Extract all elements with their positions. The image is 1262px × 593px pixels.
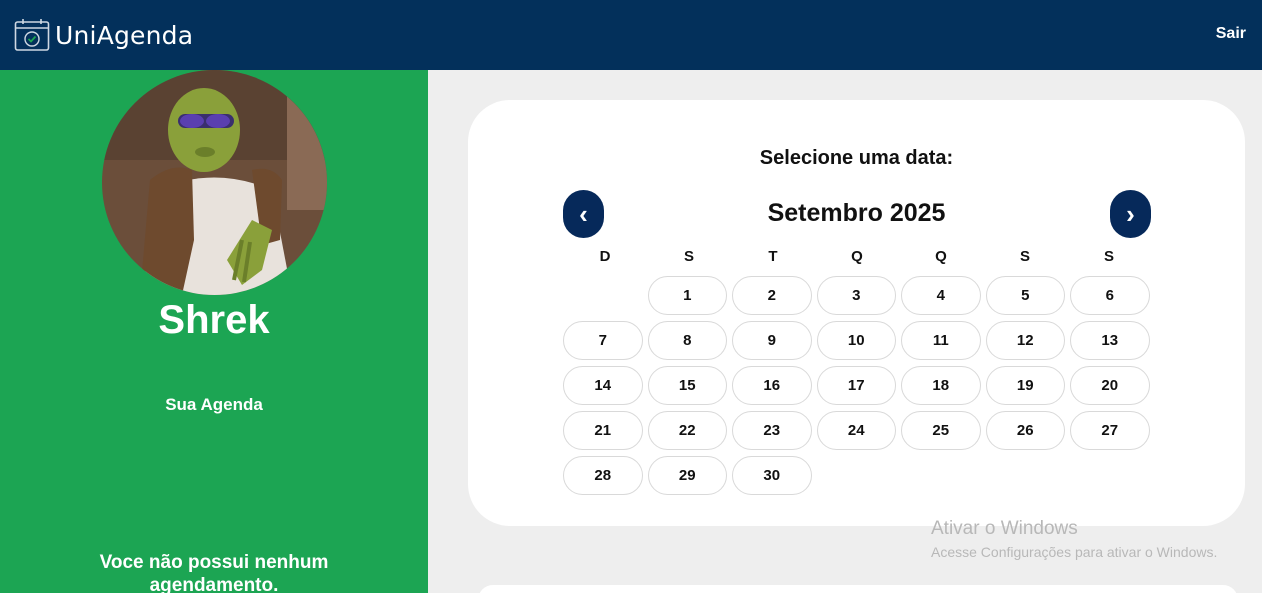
calendar-days-grid: 1 2 3 4 5 6 7 8 9 10 11 12 13 14 15 16 17 18 19 20 21 22 23 24 2… xyxy=(563,276,1153,495)
avatar xyxy=(102,70,327,295)
calendar-day-11[interactable]: 11 xyxy=(901,321,981,360)
calendar-day-23[interactable]: 23 xyxy=(732,411,812,450)
calendar-day-empty xyxy=(563,276,643,315)
weekday-label: S xyxy=(683,248,694,265)
watermark-title: Ativar o Windows xyxy=(931,518,1078,539)
weekday-label: Q xyxy=(935,248,947,265)
calendar-day-7[interactable]: 7 xyxy=(563,321,643,360)
windows-activation-watermark: Ativar o Windows Acesse Configurações pa… xyxy=(931,518,1217,560)
brand-name: UniAgenda xyxy=(55,20,194,50)
calendar-day-1[interactable]: 1 xyxy=(647,276,727,315)
calendar-day-21[interactable]: 21 xyxy=(563,411,643,450)
calendar-day-3[interactable]: 3 xyxy=(816,276,896,315)
calendar-day-5[interactable]: 5 xyxy=(985,276,1065,315)
appointments-card xyxy=(478,585,1238,593)
chevron-right-icon: › xyxy=(1126,198,1135,229)
calendar-check-icon xyxy=(14,18,50,52)
calendar-day-14[interactable]: 14 xyxy=(563,366,643,405)
next-month-button[interactable]: › xyxy=(1110,190,1151,238)
agenda-heading: Sua Agenda xyxy=(165,395,263,414)
empty-agenda-message: Voce não possui nenhum agendamento. xyxy=(99,552,329,593)
calendar-day-18[interactable]: 18 xyxy=(901,366,981,405)
calendar-day-12[interactable]: 12 xyxy=(985,321,1065,360)
calendar-day-20[interactable]: 20 xyxy=(1070,366,1150,405)
calendar-day-25[interactable]: 25 xyxy=(901,411,981,450)
calendar-day-17[interactable]: 17 xyxy=(816,366,896,405)
logout-button[interactable]: Sair xyxy=(1216,25,1246,43)
calendar-card: Selecione uma data: ‹ Setembro 2025 › D … xyxy=(468,100,1245,526)
user-name: Shrek xyxy=(158,298,270,342)
calendar-day-8[interactable]: 8 xyxy=(647,321,727,360)
weekday-label: D xyxy=(599,248,611,265)
calendar-day-6[interactable]: 6 xyxy=(1070,276,1150,315)
calendar-day-2[interactable]: 2 xyxy=(732,276,812,315)
calendar-day-13[interactable]: 13 xyxy=(1070,321,1150,360)
date-picker-title: Selecione uma data: xyxy=(759,147,954,169)
profile-sidebar: Shrek Sua Agenda Voce não possui nenhum … xyxy=(0,70,428,593)
calendar-day-19[interactable]: 19 xyxy=(985,366,1065,405)
calendar-day-10[interactable]: 10 xyxy=(816,321,896,360)
weekday-label: S xyxy=(1019,248,1030,265)
calendar-day-26[interactable]: 26 xyxy=(985,411,1065,450)
calendar-day-15[interactable]: 15 xyxy=(647,366,727,405)
weekday-header: D S T Q Q S S xyxy=(563,248,1151,265)
calendar-day-30[interactable]: 30 xyxy=(732,456,812,495)
calendar-day-29[interactable]: 29 xyxy=(647,456,727,495)
weekday-label: Q xyxy=(851,248,863,265)
brand-logo[interactable]: UniAgenda xyxy=(14,18,193,52)
calendar-day-4[interactable]: 4 xyxy=(901,276,981,315)
weekday-label: T xyxy=(768,248,778,265)
calendar-day-22[interactable]: 22 xyxy=(647,411,727,450)
calendar-day-27[interactable]: 27 xyxy=(1070,411,1150,450)
weekday-label: S xyxy=(1103,248,1114,265)
calendar-day-16[interactable]: 16 xyxy=(732,366,812,405)
calendar-day-9[interactable]: 9 xyxy=(732,321,812,360)
calendar-day-24[interactable]: 24 xyxy=(816,411,896,450)
watermark-subtitle: Acesse Configurações para ativar o Windo… xyxy=(931,544,1218,560)
calendar-day-28[interactable]: 28 xyxy=(563,456,643,495)
top-navbar: UniAgenda Sair xyxy=(0,0,1262,70)
